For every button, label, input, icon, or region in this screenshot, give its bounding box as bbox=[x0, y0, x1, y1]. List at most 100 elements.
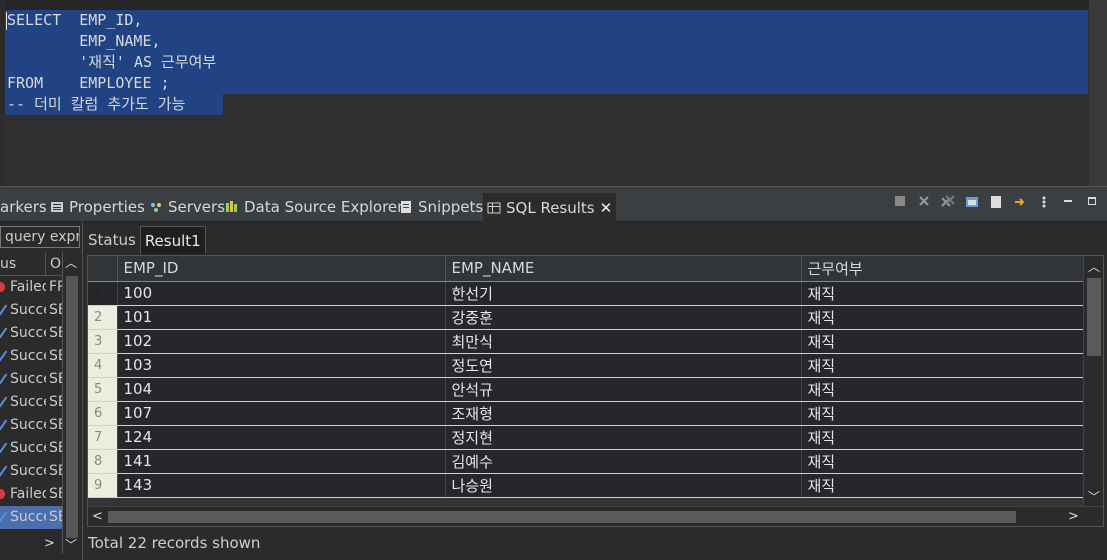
list-item[interactable]: SucceSE bbox=[0, 414, 62, 437]
tab-properties[interactable]: Properties bbox=[50, 193, 145, 221]
table-cell[interactable]: 정지현 bbox=[445, 425, 802, 450]
table-cell[interactable]: 재직 bbox=[801, 281, 1085, 306]
code-line[interactable]: EMP_NAME, bbox=[7, 31, 216, 52]
row-number: 9 bbox=[88, 473, 118, 498]
table-row[interactable]: 3 102 최만식 재직 bbox=[88, 329, 1085, 354]
table-cell[interactable]: 한선기 bbox=[445, 281, 802, 306]
export-arrow-icon[interactable] bbox=[1013, 195, 1027, 211]
table-cell[interactable]: 나승원 bbox=[445, 473, 802, 498]
code-line[interactable]: FROM EMPLOYEE ; bbox=[7, 73, 216, 94]
results-view-icon[interactable] bbox=[965, 195, 979, 211]
table-row[interactable]: 2 101 강중훈 재직 bbox=[88, 305, 1085, 330]
tab-servers[interactable]: Servers bbox=[149, 193, 225, 221]
maximize-icon[interactable] bbox=[1085, 195, 1099, 211]
scroll-up-icon[interactable]: ︿ bbox=[65, 254, 77, 271]
code-block[interactable]: SELECT EMP_ID, EMP_NAME, '재직' AS 근무여부 FR… bbox=[7, 10, 216, 115]
table-cell[interactable]: 재직 bbox=[801, 425, 1085, 450]
scroll-down-icon[interactable]: ﹀ bbox=[65, 536, 77, 553]
scrollbar-thumb[interactable] bbox=[1087, 278, 1101, 356]
grid-vertical-scrollbar[interactable]: ︿ ﹀ bbox=[1083, 256, 1103, 508]
table-cell[interactable]: 재직 bbox=[801, 377, 1085, 402]
table-cell[interactable]: 100 bbox=[117, 281, 446, 306]
scrollbar-thumb[interactable] bbox=[108, 511, 1016, 523]
remove-all-icon[interactable] bbox=[941, 195, 955, 211]
grid-horizontal-scrollbar[interactable]: < > bbox=[88, 506, 1103, 526]
table-cell[interactable]: 정도연 bbox=[445, 353, 802, 378]
history-horizontal-scrollbar[interactable]: > bbox=[0, 534, 62, 554]
list-item[interactable]: FailedFR bbox=[0, 276, 62, 299]
tab-sql-results[interactable]: SQL Results ✕ bbox=[483, 193, 617, 223]
history-status: Failed bbox=[10, 279, 46, 295]
list-item[interactable]: SucceSE bbox=[0, 437, 62, 460]
sql-editor[interactable]: SELECT EMP_ID, EMP_NAME, '재직' AS 근무여부 FR… bbox=[0, 0, 1107, 186]
table-cell[interactable]: 124 bbox=[117, 425, 446, 450]
document-icon[interactable] bbox=[989, 195, 1003, 211]
remove-icon[interactable] bbox=[917, 195, 931, 211]
table-cell[interactable]: 107 bbox=[117, 401, 446, 426]
table-cell[interactable]: 재직 bbox=[801, 449, 1085, 474]
table-row[interactable]: 5 104 안석규 재직 bbox=[88, 377, 1085, 402]
tab-data-source-explorer[interactable]: Data Source Explorer bbox=[225, 193, 403, 221]
table-cell[interactable]: 안석규 bbox=[445, 377, 802, 402]
scrollbar-thumb[interactable] bbox=[66, 276, 78, 538]
table-row[interactable]: 1 100 한선기 재직 bbox=[88, 281, 1085, 306]
table-cell[interactable]: 최만식 bbox=[445, 329, 802, 354]
code-line[interactable]: SELECT EMP_ID, bbox=[7, 10, 216, 31]
table-cell[interactable]: 재직 bbox=[801, 353, 1085, 378]
history-operation: SE bbox=[49, 302, 62, 318]
code-line[interactable]: '재직' AS 근무여부 bbox=[7, 52, 216, 73]
view-menu-icon[interactable] bbox=[1037, 195, 1051, 211]
table-cell[interactable]: 강중훈 bbox=[445, 305, 802, 330]
list-item[interactable]: SucceSE bbox=[0, 345, 62, 368]
column-header[interactable]: EMP_ID bbox=[117, 256, 446, 282]
history-col-status[interactable]: us bbox=[0, 256, 16, 272]
list-item[interactable]: SucceSE bbox=[0, 299, 62, 322]
list-item[interactable]: SucceSE bbox=[0, 460, 62, 483]
close-icon[interactable]: ✕ bbox=[600, 199, 613, 217]
editor-vertical-scrollbar[interactable] bbox=[1089, 0, 1107, 186]
records-status: Total 22 records shown bbox=[88, 534, 261, 552]
table-row[interactable]: 4 103 정도연 재직 bbox=[88, 353, 1085, 378]
snippets-icon bbox=[399, 200, 413, 214]
column-header[interactable]: EMP_NAME bbox=[445, 256, 802, 282]
table-cell[interactable]: 김예수 bbox=[445, 449, 802, 474]
scroll-right-icon[interactable]: > bbox=[1068, 509, 1079, 524]
minimize-icon[interactable] bbox=[1061, 195, 1075, 211]
scroll-up-icon[interactable]: ︿ bbox=[1088, 258, 1100, 275]
table-row[interactable]: 6 107 조재형 재직 bbox=[88, 401, 1085, 426]
history-col-operation[interactable]: O bbox=[45, 252, 61, 275]
table-cell[interactable]: 재직 bbox=[801, 401, 1085, 426]
column-header[interactable]: 근무여부 bbox=[801, 256, 1085, 282]
scroll-right-icon[interactable]: > bbox=[44, 536, 55, 551]
list-item[interactable]: SucceSE bbox=[0, 322, 62, 345]
list-item[interactable]: SucceSE bbox=[0, 368, 62, 391]
table-cell[interactable]: 104 bbox=[117, 377, 446, 402]
table-cell[interactable]: 141 bbox=[117, 449, 446, 474]
scroll-down-icon[interactable]: ﹀ bbox=[1088, 488, 1100, 505]
tab-result1[interactable]: Result1 bbox=[139, 226, 206, 254]
table-cell[interactable]: 143 bbox=[117, 473, 446, 498]
tab-snippets-label: Snippets bbox=[418, 198, 484, 216]
tab-snippets[interactable]: Snippets bbox=[399, 193, 483, 221]
table-cell[interactable]: 재직 bbox=[801, 473, 1085, 498]
table-row[interactable]: 8 141 김예수 재직 bbox=[88, 449, 1085, 474]
scroll-left-icon[interactable]: < bbox=[92, 509, 103, 524]
stop-icon[interactable] bbox=[893, 195, 907, 211]
list-item[interactable]: SucceSE bbox=[0, 506, 62, 529]
table-cell[interactable]: 재직 bbox=[801, 305, 1085, 330]
table-row[interactable]: 7 124 정지현 재직 bbox=[88, 425, 1085, 450]
table-row[interactable]: 9 143 나승원 재직 bbox=[88, 473, 1085, 498]
history-vertical-scrollbar[interactable]: ︿ ﹀ bbox=[62, 252, 80, 554]
tab-sql-results-label: SQL Results bbox=[506, 199, 595, 217]
list-item[interactable]: SucceSE bbox=[0, 391, 62, 414]
table-cell[interactable]: 조재형 bbox=[445, 401, 802, 426]
history-filter-input[interactable]: query expr bbox=[0, 226, 80, 248]
list-item[interactable]: FailedSE bbox=[0, 483, 62, 506]
table-cell[interactable]: 101 bbox=[117, 305, 446, 330]
table-cell[interactable]: 재직 bbox=[801, 329, 1085, 354]
tab-status[interactable]: Status bbox=[84, 226, 140, 254]
code-line[interactable]: -- 더미 칼럼 추가도 가능 bbox=[7, 94, 216, 115]
table-cell[interactable]: 102 bbox=[117, 329, 446, 354]
tab-markers[interactable]: arkers bbox=[0, 193, 47, 221]
table-cell[interactable]: 103 bbox=[117, 353, 446, 378]
